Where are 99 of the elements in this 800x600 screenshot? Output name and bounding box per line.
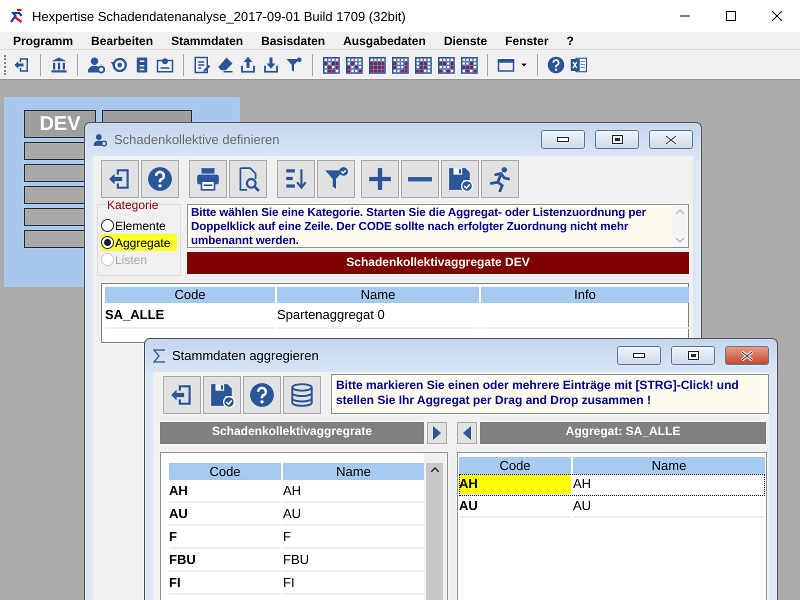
spreadsheet-icon[interactable]	[570, 56, 588, 74]
table-icon[interactable]	[322, 56, 340, 74]
menu-item[interactable]: Programm	[4, 34, 82, 48]
add-button[interactable]	[361, 160, 399, 198]
restore-icon	[612, 135, 622, 144]
column-header[interactable]: Info	[481, 287, 689, 303]
info-text: Bitte wählen Sie eine Kategorie. Starten Sie die Aggregat- oder Listenzuordnung per Doppelklick auf eine Zeile. Der CODE sollte nach erfolgter Zuordnung nicht mehr umbenannt werden.	[190, 205, 648, 247]
table-icon[interactable]	[345, 56, 363, 74]
help-button[interactable]	[141, 160, 179, 198]
table-icon[interactable]	[460, 56, 478, 74]
right-arrow-icon	[433, 426, 441, 440]
table-row[interactable]: FBU FBU	[169, 549, 424, 572]
table-row[interactable]: AH AH	[459, 474, 765, 496]
edit-document-icon[interactable]	[193, 56, 211, 74]
help-button[interactable]	[243, 376, 281, 414]
scrollbar[interactable]	[426, 463, 443, 600]
menu-item[interactable]: Stammdaten	[162, 34, 252, 48]
group-label: Kategorie	[106, 198, 160, 212]
section-banner: Schadenkollektivaggregate DEV	[187, 252, 689, 274]
download-icon[interactable]	[262, 56, 280, 74]
table-row[interactable]: AU AU	[459, 496, 765, 518]
column-header[interactable]: Name	[277, 287, 479, 303]
running-figure-icon	[487, 166, 513, 192]
print-button[interactable]	[189, 160, 227, 198]
preview-button[interactable]	[229, 160, 267, 198]
column-header[interactable]: Name	[283, 463, 424, 480]
menu-item[interactable]: Bearbeiten	[82, 34, 162, 48]
column-header[interactable]: Name	[573, 457, 765, 474]
window-title: Hexpertise Schadendatenanalyse_2017-09-01 Build 1709 (32bit)	[32, 8, 406, 24]
sort-button[interactable]	[277, 160, 315, 198]
minimize-icon	[557, 136, 569, 142]
table-icon[interactable]	[368, 56, 386, 74]
column-header[interactable]: Code	[459, 457, 571, 474]
table-row[interactable]: F F	[169, 526, 424, 549]
save-button[interactable]	[441, 160, 479, 198]
maximize-icon	[726, 11, 736, 21]
column-header[interactable]: Code	[105, 287, 275, 303]
close-icon	[741, 350, 753, 360]
dialog-title: Schadenkollektive definieren	[114, 132, 280, 147]
save-icon	[209, 382, 235, 408]
database-button[interactable]	[283, 376, 321, 414]
close-icon	[772, 11, 782, 21]
info-text: Bitte markieren Sie einen oder mehrere Einträge mit [STRG]-Click! und stellen Sie Ihr Aggregat per Drag and Drop zusammen !	[331, 374, 769, 414]
user-gear-icon[interactable]	[87, 56, 105, 74]
move-right-button[interactable]	[427, 422, 447, 444]
menu-item[interactable]: ?	[558, 34, 583, 48]
menu-item[interactable]: Ausgabedaten	[334, 34, 435, 48]
table-icon[interactable]	[437, 56, 455, 74]
table-row[interactable]: AH AH	[169, 480, 424, 503]
restore-button[interactable]	[595, 130, 639, 149]
scroll-up-icon	[430, 467, 438, 472]
table-cell: Spartenaggregat 0	[277, 303, 479, 329]
save-icon	[447, 166, 473, 192]
help-icon[interactable]	[547, 56, 565, 74]
environment-label: DEV	[24, 110, 96, 138]
bank-icon[interactable]	[50, 56, 68, 74]
radio-option[interactable]: Elemente	[101, 217, 177, 234]
filter-icon[interactable]	[285, 56, 303, 74]
restore-icon	[688, 351, 698, 360]
menu-item[interactable]: Fenster	[496, 34, 558, 48]
close-button[interactable]	[649, 130, 693, 149]
exit-button[interactable]	[163, 376, 201, 414]
door-arrow-icon[interactable]	[13, 56, 31, 74]
table-icon[interactable]	[391, 56, 409, 74]
close-icon	[665, 134, 677, 144]
list-header: Schadenkollektivaggregrate	[160, 422, 424, 444]
left-arrow-icon	[463, 426, 471, 440]
radio-option[interactable]: Aggregate	[101, 234, 177, 251]
run-button[interactable]	[481, 160, 519, 198]
minimize-button[interactable]	[541, 130, 585, 149]
close-button[interactable]	[725, 346, 769, 365]
move-left-button[interactable]	[457, 422, 477, 444]
menu-item[interactable]: Dienste	[434, 34, 496, 48]
table-cell: SA_ALLE	[105, 303, 275, 329]
minimize-button[interactable]	[617, 346, 661, 365]
restore-button[interactable]	[671, 346, 715, 365]
certificate-icon[interactable]	[156, 56, 174, 74]
database-icon	[289, 382, 315, 408]
save-button[interactable]	[203, 376, 241, 414]
minimize-icon	[633, 352, 645, 358]
exit-button[interactable]	[101, 160, 139, 198]
printer-icon	[195, 166, 221, 192]
plus-icon	[367, 166, 393, 192]
remove-button[interactable]	[401, 160, 439, 198]
menu-item[interactable]: Basisdaten	[252, 34, 334, 48]
table-icon[interactable]	[414, 56, 432, 74]
eraser-icon[interactable]	[216, 56, 234, 74]
column-header[interactable]: Code	[169, 463, 281, 480]
minus-icon	[407, 176, 433, 182]
filter-button[interactable]	[317, 160, 355, 198]
table-row[interactable]: AU AU	[169, 503, 424, 526]
upload-icon[interactable]	[239, 56, 257, 74]
help-icon	[249, 382, 275, 408]
user-gear-icon	[93, 132, 107, 146]
list-header: Aggregat: SA_ALLE	[480, 422, 766, 444]
help-icon	[147, 166, 173, 192]
table-row[interactable]: FI FI	[169, 572, 424, 595]
dialog-title: Stammdaten aggregieren	[172, 348, 319, 363]
sigma-icon	[153, 348, 165, 362]
